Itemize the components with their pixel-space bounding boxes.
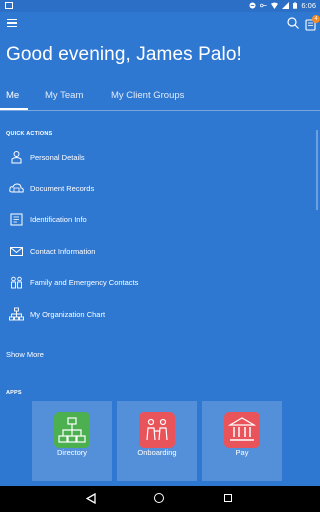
id-card-icon xyxy=(10,213,23,226)
app-tile-directory[interactable]: Directory xyxy=(32,401,112,481)
tab-bar: Me My Team My Client Groups xyxy=(0,86,320,111)
quick-action-contact-information[interactable]: Contact Information xyxy=(0,242,300,264)
app-bar: 4 xyxy=(0,12,320,40)
home-icon[interactable] xyxy=(154,493,164,503)
status-bar: 6:06 xyxy=(0,0,320,12)
quick-action-label: Document Records xyxy=(30,184,95,193)
notification-badge: 4 xyxy=(312,15,320,23)
tab-my-client-groups[interactable]: My Client Groups xyxy=(111,90,184,101)
scrollbar[interactable] xyxy=(316,130,318,210)
family-icon xyxy=(11,276,22,289)
cloud-documents-icon xyxy=(9,183,24,193)
quick-actions-heading: QUICK ACTIONS xyxy=(6,131,53,137)
quick-action-family-emergency-contacts[interactable]: Family and Emergency Contacts xyxy=(0,273,300,295)
onboarding-icon xyxy=(139,412,175,448)
gallery-icon xyxy=(5,2,13,9)
greeting-title: Good evening, James Palo! xyxy=(6,44,242,65)
do-not-disturb-icon xyxy=(249,2,256,9)
org-chart-icon xyxy=(9,307,24,321)
menu-icon[interactable] xyxy=(7,19,17,28)
quick-action-document-records[interactable]: Document Records xyxy=(0,179,300,201)
show-more-link[interactable]: Show More xyxy=(6,350,44,359)
quick-action-label: Personal Details xyxy=(30,153,85,162)
quick-action-identification-info[interactable]: Identification Info xyxy=(0,210,300,232)
key-icon xyxy=(260,3,268,8)
directory-icon xyxy=(54,412,90,448)
quick-action-personal-details[interactable]: Personal Details xyxy=(0,148,300,170)
envelope-icon xyxy=(10,247,23,256)
search-icon[interactable] xyxy=(286,16,300,30)
apps-heading: APPS xyxy=(6,390,22,396)
quick-action-label: My Organization Chart xyxy=(30,310,106,319)
person-icon xyxy=(11,151,22,164)
back-icon[interactable] xyxy=(86,493,96,504)
bank-icon xyxy=(224,412,260,448)
status-time: 6:06 xyxy=(301,1,316,10)
tab-my-team[interactable]: My Team xyxy=(45,90,83,101)
quick-action-label: Identification Info xyxy=(30,215,87,224)
active-tab-indicator xyxy=(0,108,28,110)
app-label: Pay xyxy=(235,448,249,457)
recent-apps-icon[interactable] xyxy=(224,494,232,502)
system-nav-bar xyxy=(0,486,320,512)
wifi-icon xyxy=(271,2,279,9)
app-label: Onboarding xyxy=(137,448,177,457)
quick-action-label: Contact Information xyxy=(30,247,96,256)
app-tile-pay[interactable]: Pay xyxy=(202,401,282,481)
quick-action-my-organization-chart[interactable]: My Organization Chart xyxy=(0,305,300,327)
app-tile-onboarding[interactable]: Onboarding xyxy=(117,401,197,481)
battery-icon xyxy=(293,2,298,9)
app-label: Directory xyxy=(56,448,87,457)
signal-icon xyxy=(282,2,290,9)
tab-me[interactable]: Me xyxy=(6,90,19,101)
quick-action-label: Family and Emergency Contacts xyxy=(30,278,139,287)
